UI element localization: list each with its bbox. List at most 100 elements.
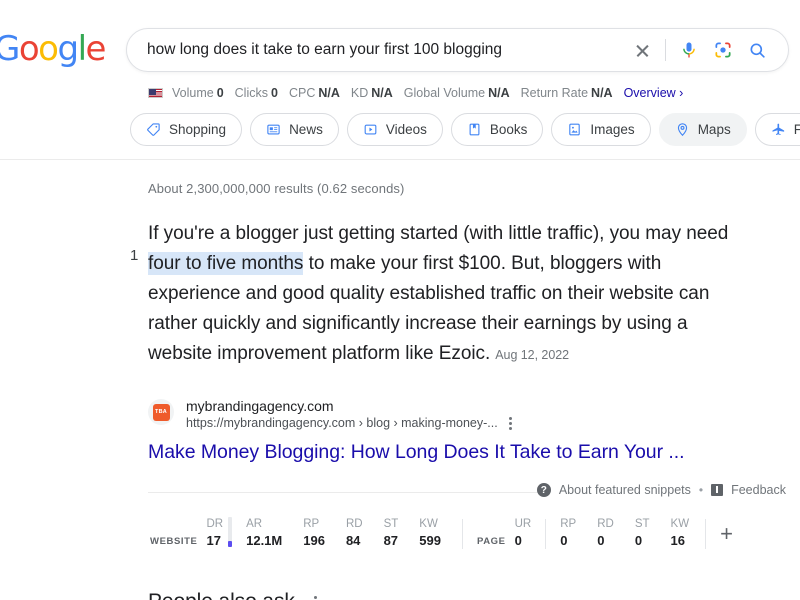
metric-clicks: Clicks 0 <box>235 86 278 100</box>
search-icon <box>749 42 765 58</box>
kebab-dot <box>508 417 512 420</box>
metric-value: 196 <box>303 533 325 548</box>
metric-value: N/A <box>488 86 510 100</box>
close-icon <box>635 43 650 58</box>
seo-add-divider <box>705 519 707 549</box>
feedback-link[interactable]: Feedback <box>731 483 786 497</box>
kebab-dot <box>508 422 512 425</box>
metric-value: N/A <box>371 86 393 100</box>
metric-key: ST <box>383 518 399 530</box>
metric-value: 12.1M <box>246 533 283 548</box>
site-url-row: https://mybrandingagency.com › blog › ma… <box>186 415 514 432</box>
metric-key: KW <box>670 518 690 530</box>
metric-cpc: CPC N/A <box>289 86 340 100</box>
tab-books[interactable]: Books <box>450 113 544 146</box>
seo-metric-st-website[interactable]: ST 87 <box>384 517 399 549</box>
seo-metric-dr[interactable]: DR 17 <box>206 517 233 549</box>
newspaper-icon <box>267 124 280 135</box>
metric-key: AR <box>246 518 263 530</box>
image-icon <box>569 123 581 136</box>
metric-return-rate: Return Rate N/A <box>521 86 613 100</box>
microphone-icon <box>683 42 695 58</box>
snippet-footer-actions: ? About featured snippets • Feedback <box>536 483 786 497</box>
google-lens-icon <box>715 42 731 58</box>
tab-shopping[interactable]: Shopping <box>130 113 243 146</box>
about-featured-snippets-link[interactable]: About featured snippets <box>559 483 691 497</box>
seo-metric-ur[interactable]: UR 0 <box>515 517 532 549</box>
people-also-ask-title: People also ask <box>148 590 295 600</box>
tab-videos[interactable]: Videos <box>346 113 443 146</box>
metric-key: KD <box>350 86 369 100</box>
voice-search-button[interactable] <box>672 33 706 67</box>
snippet-rank-number: 1 <box>130 247 139 264</box>
ahrefs-seo-bar: WEBSITE DR 17 AR 12.1M RP 196 RD 84 ST 8… <box>150 517 800 549</box>
people-also-ask-menu-button[interactable] <box>312 594 319 600</box>
search-submit-button[interactable] <box>740 33 774 67</box>
metric-value: 0 <box>560 533 568 548</box>
seo-toolbar-metrics: Volume 0 Clicks 0 CPC N/A KD N/A Global Volu… <box>148 86 683 100</box>
location-pin-icon <box>677 123 687 137</box>
search-input[interactable]: how long does it take to earn your first… <box>147 41 625 59</box>
metric-key: RP <box>303 518 320 530</box>
seo-metric-rd-page[interactable]: RD 0 <box>597 517 614 549</box>
seo-metric-st-page[interactable]: ST 0 <box>635 517 650 549</box>
people-also-ask-header: People also ask <box>148 590 800 600</box>
dr-values: DR 17 <box>206 517 223 549</box>
seo-metric-rp-website[interactable]: RP 196 <box>303 517 325 549</box>
metric-key: KW <box>419 518 438 530</box>
metric-key: UR <box>514 518 532 530</box>
page-header: Google how long does it take to earn you… <box>0 0 800 160</box>
logo-letter: G <box>0 29 20 69</box>
tab-news[interactable]: News <box>250 113 339 146</box>
metric-key: RD <box>345 518 363 530</box>
metric-key: DR <box>206 518 224 530</box>
metric-key: Global Volume <box>403 86 486 100</box>
logo-letter: l <box>77 29 87 69</box>
result-options-button[interactable] <box>507 415 514 432</box>
metric-value: 0 <box>634 533 643 548</box>
tab-label: Videos <box>385 122 427 137</box>
metric-value: 599 <box>419 533 441 548</box>
favicon-ring: TBA <box>148 399 174 425</box>
seo-page-divider <box>545 519 547 549</box>
metric-value: 17 <box>206 533 221 548</box>
site-favicon-icon: TBA <box>152 403 170 421</box>
metric-value: 16 <box>670 533 686 548</box>
tab-flights[interactable]: Flights <box>754 113 800 146</box>
help-icon: ? <box>536 483 551 497</box>
overview-link[interactable]: Overview › <box>624 86 684 100</box>
google-lens-button[interactable] <box>706 33 740 67</box>
airplane-icon <box>772 123 784 135</box>
seo-metric-ar[interactable]: AR 12.1M <box>246 517 282 549</box>
result-count: About 2,300,000,000 results (0.62 second… <box>148 181 405 196</box>
tab-label: Flights <box>793 122 800 137</box>
metric-key: RP <box>560 518 577 530</box>
seo-metric-rp-page[interactable]: RP 0 <box>560 517 576 549</box>
add-metric-button[interactable]: + <box>720 523 733 549</box>
metric-key: Volume <box>172 86 214 100</box>
kebab-dot <box>508 427 512 430</box>
seo-metric-rd-website[interactable]: RD 84 <box>346 517 363 549</box>
metric-key: Return Rate <box>520 86 589 100</box>
site-name: mybrandingagency.com <box>186 398 334 414</box>
search-bar[interactable]: how long does it take to earn your first… <box>126 28 789 72</box>
metric-value: 0 <box>216 86 224 100</box>
seo-metric-kw-page[interactable]: KW 16 <box>671 517 690 549</box>
clear-search-button[interactable] <box>625 33 659 67</box>
logo-letter: o <box>18 29 40 69</box>
seo-metric-kw-website[interactable]: KW 599 <box>419 517 441 549</box>
website-section-label: WEBSITE <box>150 536 198 547</box>
logo-letter: g <box>57 29 79 69</box>
metric-key: RD <box>597 518 614 530</box>
us-flag-icon <box>148 88 163 98</box>
google-logo[interactable]: Google <box>0 29 106 69</box>
metric-volume: Volume 0 <box>172 86 224 100</box>
tab-images[interactable]: Images <box>551 113 651 146</box>
result-title-link[interactable]: Make Money Blogging: How Long Does It Ta… <box>148 439 800 465</box>
play-icon <box>364 124 377 135</box>
featured-snippet: 1 If you're a blogger just getting start… <box>130 219 800 501</box>
result-site-block[interactable]: TBA mybrandingagency.com https://mybrand… <box>148 397 800 432</box>
metric-value: 84 <box>345 533 361 548</box>
tab-maps[interactable]: Maps <box>658 113 747 146</box>
tab-label: Images <box>590 122 635 137</box>
